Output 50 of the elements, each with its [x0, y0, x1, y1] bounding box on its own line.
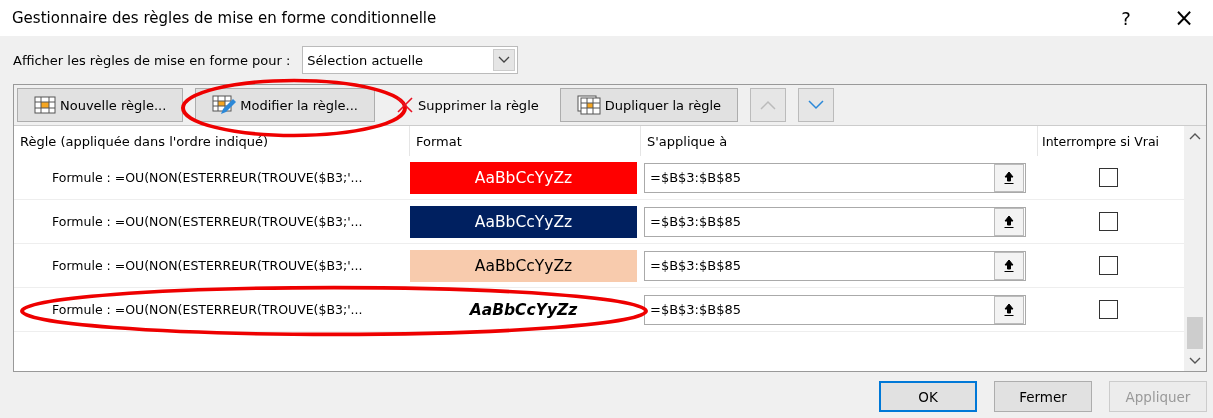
checkbox[interactable] — [1098, 300, 1118, 319]
range-field[interactable]: =$B$3:$B$85 — [644, 250, 1026, 281]
help-button[interactable]: ? — [1097, 0, 1155, 36]
delete-rule-button[interactable]: Supprimer la règle — [387, 88, 548, 122]
dialog-button[interactable]: Fermer — [994, 381, 1092, 412]
chevron-down-icon — [498, 56, 511, 64]
checkbox[interactable] — [1098, 168, 1118, 187]
new-rule-button[interactable]: Nouvelle règle... — [17, 88, 184, 122]
show-for-label: Afficher les règles de mise en forme pour : — [13, 52, 291, 68]
column-header: Format — [410, 126, 641, 156]
scrollbar[interactable] — [1184, 126, 1206, 371]
chevron-up-icon[interactable] — [1189, 132, 1201, 140]
range-field[interactable]: =$B$3:$B$85 — [644, 162, 1026, 193]
collapse-button[interactable] — [994, 163, 1024, 192]
dialog-button[interactable]: OK — [879, 381, 977, 412]
duplicate-rule-button[interactable]: Dupliquer la règle — [559, 88, 739, 122]
table-pencil-icon — [212, 95, 237, 115]
table-copy-icon — [576, 95, 601, 115]
format-preview: AaBbCcYyZz — [410, 205, 637, 238]
upload-arrow-icon — [1004, 258, 1014, 273]
edit-rule-button[interactable]: Modifier la règle... — [195, 88, 375, 122]
cross-icon — [396, 96, 414, 114]
checkbox[interactable] — [1098, 256, 1118, 275]
rule-text: Formule : =OU(NON(ESTERREUR(TROUVE($B3;'... — [52, 170, 363, 185]
upload-arrow-icon — [1004, 170, 1014, 185]
collapse-button[interactable] — [994, 251, 1024, 280]
collapse-button[interactable] — [994, 207, 1024, 236]
upload-arrow-icon — [1004, 302, 1014, 317]
chevron-up-icon — [760, 100, 777, 110]
collapse-button[interactable] — [994, 295, 1024, 324]
scope-dropdown[interactable]: Sélection actuelle — [302, 46, 519, 74]
rule-text: Formule : =OU(NON(ESTERREUR(TROUVE($B3;'... — [52, 214, 363, 229]
format-preview: AaBbCcYyZz — [410, 249, 637, 282]
format-preview: AaBbCcYyZz — [410, 161, 637, 194]
upload-arrow-icon — [1004, 214, 1014, 229]
format-preview: AaBbCcYyZz — [468, 299, 579, 321]
column-header: Règle (appliquée dans l'ordre indiqué) — [14, 126, 410, 156]
checkbox[interactable] — [1098, 212, 1118, 231]
range-field[interactable]: =$B$3:$B$85 — [644, 294, 1026, 325]
chevron-down-icon[interactable] — [1189, 357, 1201, 365]
scrollbar-thumb[interactable] — [1187, 317, 1203, 349]
rule-text: Formule : =OU(NON(ESTERREUR(TROUVE($B3;'... — [52, 302, 363, 317]
table-icon — [34, 96, 56, 114]
range-field[interactable]: =$B$3:$B$85 — [644, 206, 1026, 237]
column-header: S'applique à — [641, 126, 1038, 156]
window-title: Gestionnaire des règles de mise en forme conditionnelle — [12, 9, 437, 27]
column-header: Interrompre si Vrai — [1041, 132, 1161, 151]
close-button[interactable]: × — [1155, 0, 1213, 36]
chevron-down-icon — [808, 100, 825, 110]
rule-text: Formule : =OU(NON(ESTERREUR(TROUVE($B3;'... — [52, 258, 363, 273]
